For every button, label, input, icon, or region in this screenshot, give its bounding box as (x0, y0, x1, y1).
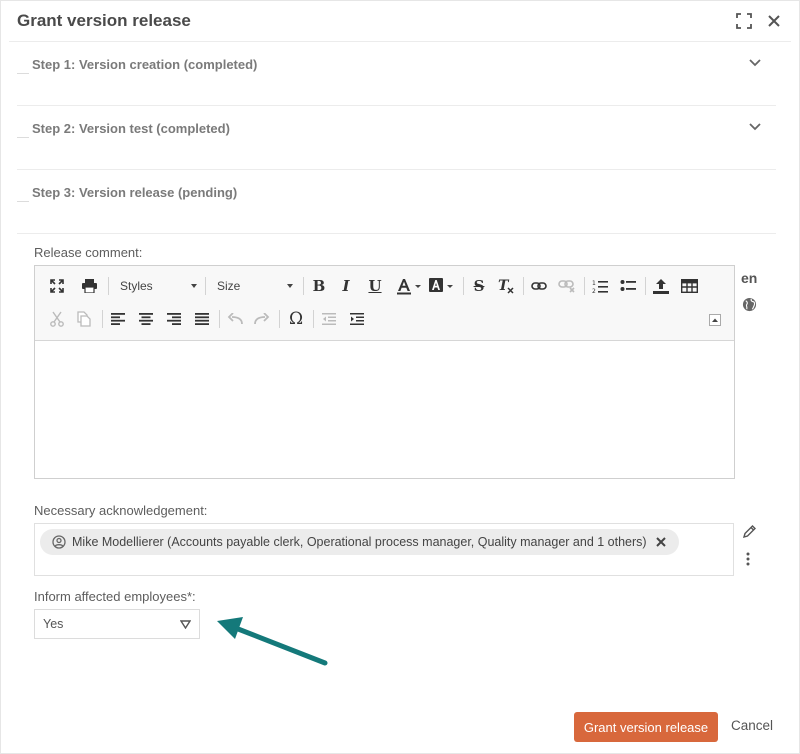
numbered-list-icon[interactable]: 1 2 (589, 275, 611, 297)
more-options-icon[interactable] (745, 552, 751, 566)
remove-chip-icon[interactable] (655, 536, 667, 548)
svg-text:1: 1 (592, 280, 596, 287)
text-color-icon[interactable] (393, 275, 423, 297)
acknowledgement-chip[interactable]: Mike Modellierer (Accounts payable clerk… (40, 529, 679, 555)
acknowledgement-field[interactable]: Mike Modellierer (Accounts payable clerk… (34, 523, 734, 576)
step-1-label: Step 1: Version creation (completed) (32, 57, 258, 72)
svg-text:T: T (498, 278, 510, 294)
inform-employees-select[interactable]: Yes (34, 609, 200, 639)
release-comment-textarea[interactable] (35, 341, 734, 478)
chevron-down-icon[interactable] (748, 58, 762, 68)
strikethrough-icon[interactable]: S (468, 275, 490, 297)
cut-icon[interactable] (46, 308, 68, 330)
release-comment-label: Release comment: (34, 245, 143, 260)
collapse-toolbar-icon[interactable] (708, 313, 722, 327)
person-icon (52, 535, 66, 549)
maximize-icon[interactable] (736, 13, 752, 29)
globe-icon[interactable] (742, 297, 757, 312)
italic-icon[interactable]: I (335, 275, 357, 297)
align-right-icon[interactable] (163, 308, 185, 330)
dropdown-arrow-icon (180, 620, 191, 629)
link-icon[interactable] (528, 275, 550, 297)
indent-icon[interactable] (346, 308, 368, 330)
print-icon[interactable] (78, 275, 100, 297)
cancel-button[interactable]: Cancel (731, 718, 773, 733)
size-dropdown[interactable]: Size (217, 275, 293, 297)
annotation-arrow (217, 617, 328, 666)
grant-version-release-button[interactable]: Grant version release (574, 712, 718, 742)
language-label[interactable]: en (741, 270, 757, 286)
special-character-icon[interactable]: Ω (285, 308, 307, 330)
outdent-icon[interactable] (318, 308, 340, 330)
pencil-icon[interactable] (742, 524, 757, 539)
maximize-editor-icon[interactable] (46, 275, 68, 297)
release-comment-editor: Styles Size B I U S T 1 2 Ω (34, 265, 735, 479)
step-2-panel[interactable]: Step 2: Version test (completed) (17, 105, 776, 170)
align-center-icon[interactable] (135, 308, 157, 330)
inform-employees-label: Inform affected employees*: (34, 589, 196, 604)
unlink-icon[interactable] (556, 275, 578, 297)
editor-toolbar: Styles Size B I U S T 1 2 Ω (35, 266, 734, 341)
chevron-down-icon[interactable] (748, 122, 762, 132)
align-justify-icon[interactable] (191, 308, 213, 330)
step-3-panel: Step 3: Version release (pending) (17, 169, 776, 234)
bullet-list-icon[interactable] (617, 275, 639, 297)
redo-icon[interactable] (251, 308, 273, 330)
background-color-icon[interactable] (425, 275, 455, 297)
step-3-label: Step 3: Version release (pending) (32, 185, 238, 200)
copy-icon[interactable] (73, 308, 95, 330)
svg-text:2: 2 (592, 288, 596, 294)
undo-icon[interactable] (224, 308, 246, 330)
styles-dropdown[interactable]: Styles (120, 275, 197, 297)
chip-text: Mike Modellierer (Accounts payable clerk… (72, 535, 647, 549)
select-value: Yes (43, 617, 64, 631)
upload-icon[interactable] (650, 275, 672, 297)
align-left-icon[interactable] (107, 308, 129, 330)
step-1-panel[interactable]: Step 1: Version creation (completed) (17, 41, 776, 106)
dialog-title: Grant version release (17, 11, 191, 30)
acknowledgement-label: Necessary acknowledgement: (34, 503, 208, 518)
underline-icon[interactable]: U (364, 275, 386, 297)
table-icon[interactable] (678, 275, 700, 297)
step-2-label: Step 2: Version test (completed) (32, 121, 230, 136)
grant-version-release-dialog: Grant version release Step 1: Version cr… (0, 0, 800, 754)
remove-format-icon[interactable]: T (495, 275, 517, 297)
close-icon[interactable] (766, 13, 782, 29)
bold-icon[interactable]: B (308, 275, 330, 297)
